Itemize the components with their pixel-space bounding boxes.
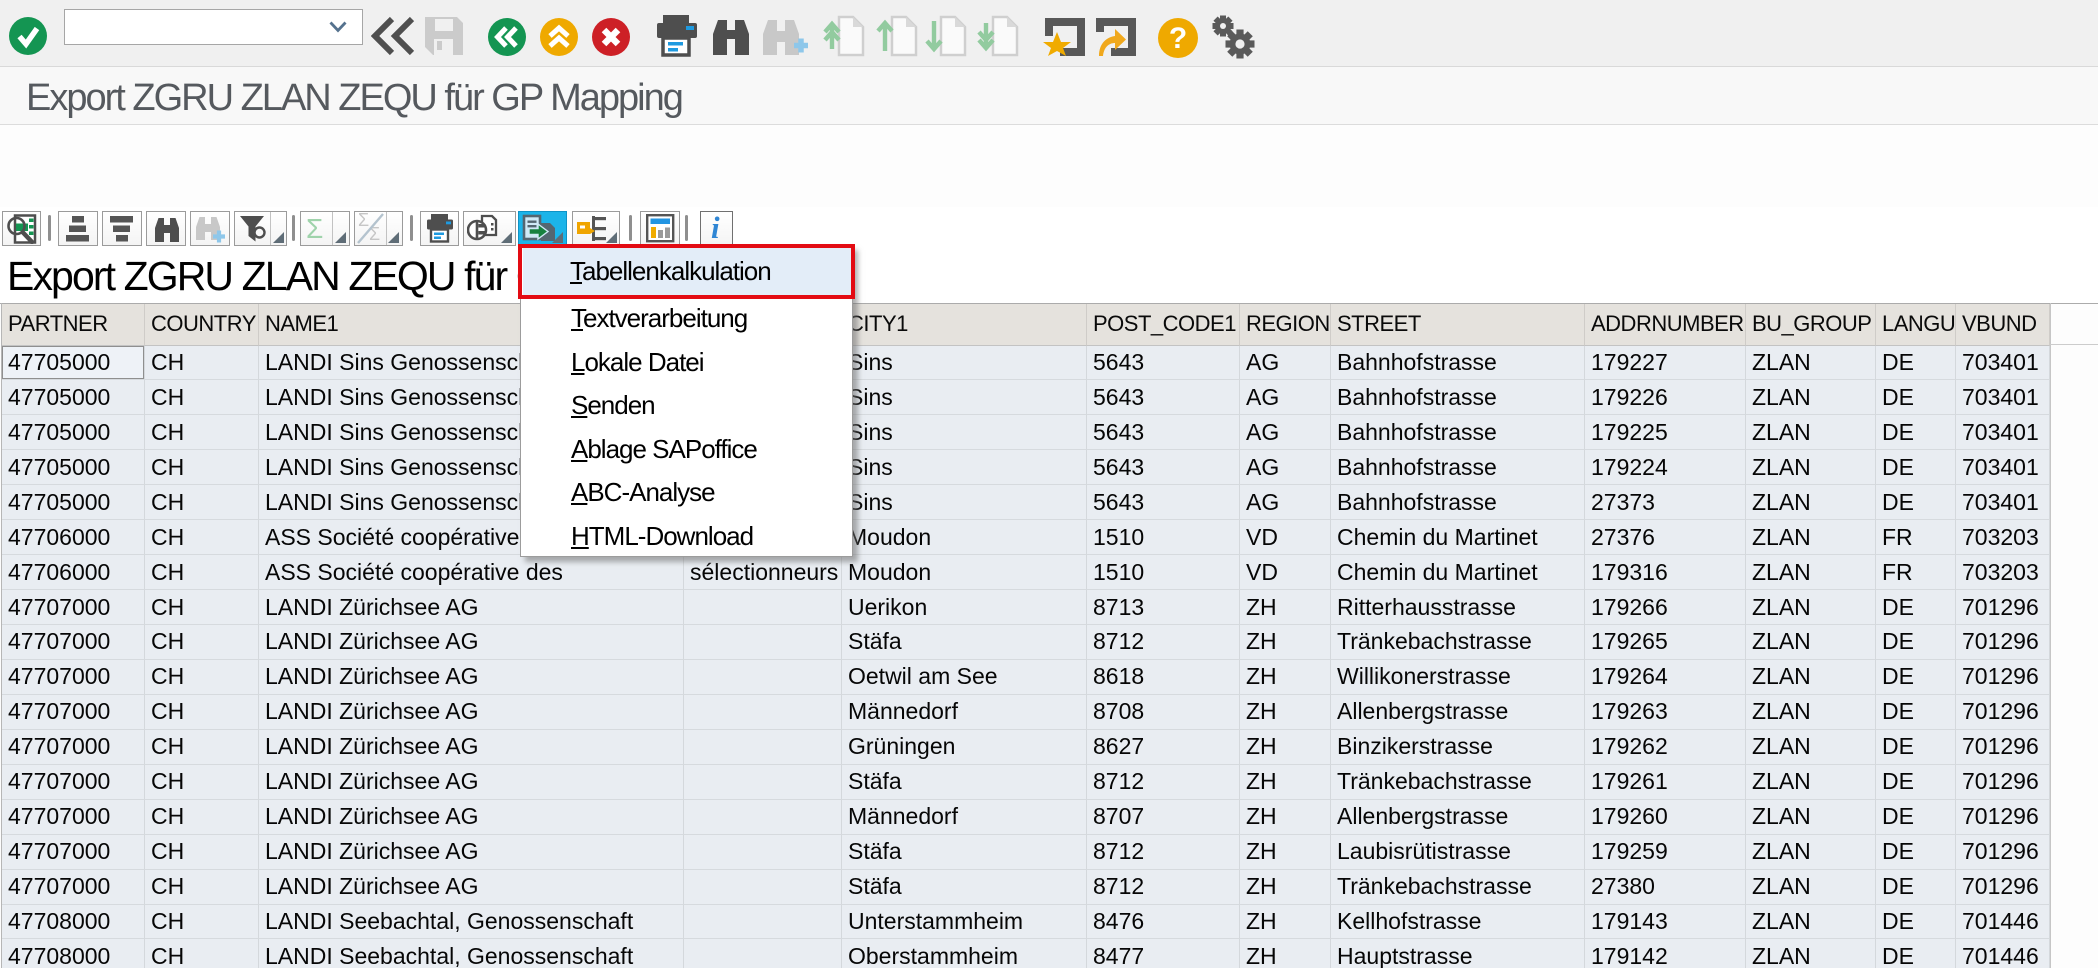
svg-text:?: ?: [1169, 22, 1187, 55]
